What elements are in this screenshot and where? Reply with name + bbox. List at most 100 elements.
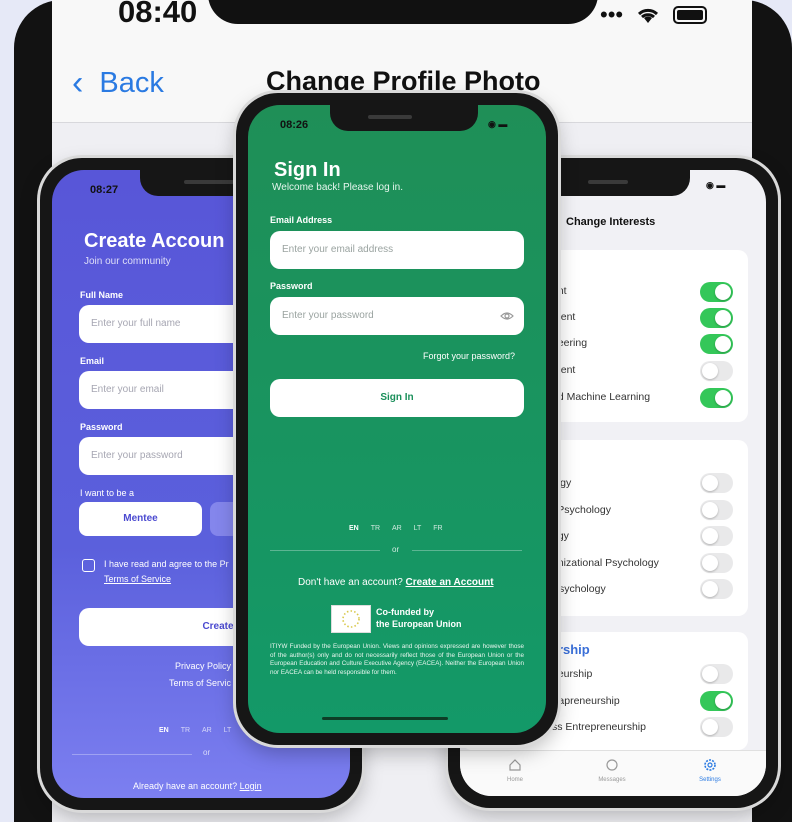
interest-label: anizational Psychology bbox=[552, 557, 659, 569]
sign-in-title: Sign In bbox=[274, 159, 341, 181]
eye-icon[interactable] bbox=[500, 311, 514, 321]
status-time: 08:27 bbox=[90, 184, 119, 196]
already-text: Already have an account? bbox=[133, 781, 238, 791]
interest-label: nd Machine Learning bbox=[552, 391, 651, 403]
status-icons: ◉ ▬ bbox=[706, 180, 726, 190]
lang-en[interactable]: EN bbox=[159, 727, 169, 734]
tab-home[interactable]: Home bbox=[500, 758, 530, 783]
divider-right bbox=[412, 550, 522, 551]
language-selector: EN TR AR LT bbox=[159, 727, 241, 734]
interest-toggle[interactable] bbox=[700, 500, 733, 520]
status-icons: ••• bbox=[600, 2, 713, 28]
back-label: Back bbox=[99, 67, 164, 99]
interest-toggle[interactable] bbox=[700, 553, 733, 573]
eu-flag-icon bbox=[342, 610, 360, 628]
sign-in-subtitle: Welcome back! Please log in. bbox=[272, 182, 403, 193]
back-button[interactable]: ‹ Back bbox=[72, 64, 164, 103]
sign-in-button[interactable]: Sign In bbox=[270, 379, 524, 417]
interest-toggle[interactable] bbox=[700, 308, 733, 328]
eu-logo bbox=[331, 605, 371, 633]
divider-left bbox=[270, 550, 380, 551]
status-icons: ◉ ▬ bbox=[488, 119, 508, 129]
eu-cofunded-line2: the European Union bbox=[376, 619, 462, 629]
no-account-text: Don't have an account? bbox=[298, 577, 403, 588]
sign-in-button-label: Sign In bbox=[380, 392, 414, 403]
full-name-label: Full Name bbox=[80, 290, 124, 300]
password-field[interactable]: Enter your password bbox=[270, 297, 524, 335]
interest-toggle[interactable] bbox=[700, 691, 733, 711]
no-account-prompt: Don't have an account? Create an Account bbox=[298, 577, 494, 588]
signal-dots-icon: ••• bbox=[600, 2, 624, 27]
forgot-password-link[interactable]: Forgot your password? bbox=[423, 351, 515, 361]
mentee-button[interactable]: Mentee bbox=[79, 502, 202, 536]
create-account-link[interactable]: Create an Account bbox=[406, 577, 494, 588]
privacy-policy-link[interactable]: Privacy Policy bbox=[175, 661, 231, 671]
lang-tr[interactable]: TR bbox=[181, 727, 190, 734]
tab-label: Messages bbox=[598, 777, 626, 783]
battery-icon bbox=[673, 6, 708, 24]
lang-tr[interactable]: TR bbox=[371, 525, 380, 532]
eu-cofunded-line1: Co-funded by bbox=[376, 607, 434, 617]
lang-fr[interactable]: FR bbox=[433, 525, 442, 532]
divider bbox=[72, 754, 192, 755]
interest-toggle[interactable] bbox=[700, 579, 733, 599]
terms-text: I have read and agree to the Pr bbox=[104, 559, 229, 569]
interest-label: ss Entrepreneurship bbox=[552, 721, 646, 733]
lang-lt[interactable]: LT bbox=[414, 525, 422, 532]
speaker bbox=[368, 115, 412, 119]
tab-label: Settings bbox=[699, 777, 721, 783]
gear-icon bbox=[704, 759, 716, 771]
interest-toggle[interactable] bbox=[700, 717, 733, 737]
interest-label: Psychology bbox=[552, 583, 606, 595]
interest-toggle[interactable] bbox=[700, 334, 733, 354]
interest-label: l Psychology bbox=[552, 504, 611, 516]
email-label: Email bbox=[80, 356, 105, 366]
chat-bubble-icon bbox=[606, 759, 618, 771]
terms-link[interactable]: Terms of Service bbox=[104, 574, 171, 584]
phone-notch bbox=[208, 0, 598, 24]
create-account-title: Create Accoun bbox=[84, 230, 225, 252]
already-account-prompt: Already have an account? Login bbox=[133, 781, 262, 791]
terms-checkbox[interactable] bbox=[82, 559, 95, 572]
lang-lt[interactable]: LT bbox=[224, 727, 232, 734]
password-placeholder: Enter your password bbox=[282, 310, 374, 321]
terms-of-service-link[interactable]: Terms of Servic bbox=[169, 678, 231, 688]
interest-toggle[interactable] bbox=[700, 473, 733, 493]
lang-ar[interactable]: AR bbox=[392, 525, 402, 532]
interest-label: neurship bbox=[552, 668, 593, 680]
tab-label: Home bbox=[506, 777, 523, 783]
language-selector: EN TR AR LT FR bbox=[349, 525, 453, 532]
chevron-left-icon: ‹ bbox=[72, 64, 84, 102]
lang-en[interactable]: EN bbox=[349, 525, 359, 532]
speaker bbox=[184, 180, 234, 184]
speaker bbox=[588, 180, 628, 184]
interest-toggle[interactable] bbox=[700, 526, 733, 546]
screen-title: Change Interests bbox=[566, 216, 656, 228]
tab-messages[interactable]: Messages bbox=[592, 758, 632, 783]
or-divider-label: or bbox=[392, 545, 400, 554]
home-indicator bbox=[322, 717, 448, 720]
interest-toggle[interactable] bbox=[700, 664, 733, 684]
role-label: I want to be a bbox=[80, 488, 135, 498]
or-divider-label: or bbox=[203, 748, 211, 757]
lang-ar[interactable]: AR bbox=[202, 727, 212, 734]
interest-toggle[interactable] bbox=[700, 388, 733, 408]
interest-label: trapreneurship bbox=[552, 695, 620, 707]
interest-toggle[interactable] bbox=[700, 282, 733, 302]
sign-in-screen: 08:26 ◉ ▬ Sign In Welcome back! Please l… bbox=[248, 105, 546, 733]
email-field[interactable]: Enter your email address bbox=[270, 231, 524, 269]
status-time: 08:26 bbox=[280, 119, 309, 131]
interest-toggle[interactable] bbox=[700, 361, 733, 381]
status-time: 08:40 bbox=[118, 0, 198, 29]
email-label: Email Address bbox=[270, 215, 333, 225]
mentee-label: Mentee bbox=[123, 513, 158, 524]
home-icon bbox=[509, 759, 521, 771]
create-account-subtitle: Join our community bbox=[84, 256, 171, 267]
password-label: Password bbox=[270, 281, 313, 291]
tab-settings[interactable]: Settings bbox=[692, 758, 728, 783]
wifi-icon bbox=[638, 8, 659, 23]
login-link[interactable]: Login bbox=[240, 781, 262, 791]
eu-disclaimer: ITIYW Funded by the European Union. View… bbox=[270, 643, 524, 676]
password-label: Password bbox=[80, 422, 123, 432]
sign-in-phone: 08:26 ◉ ▬ Sign In Welcome back! Please l… bbox=[236, 93, 558, 745]
